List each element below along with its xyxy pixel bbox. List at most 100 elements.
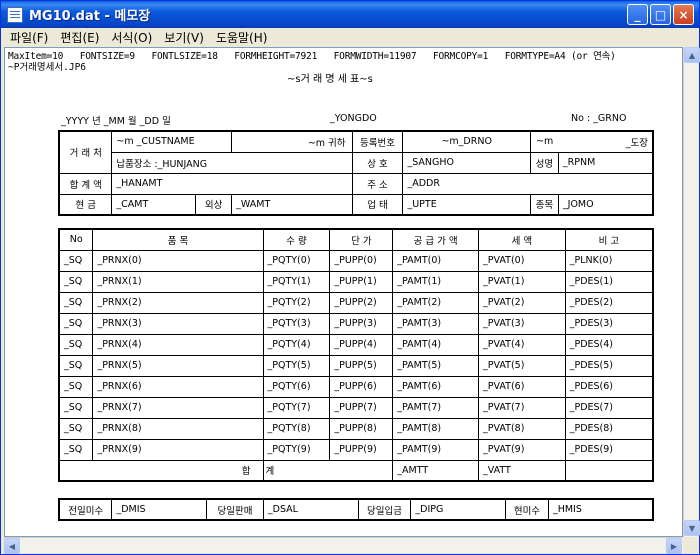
cell-price: _PUPP(6) [329, 375, 394, 398]
title-bar[interactable]: MG10.dat - 메모장 _ □ × [1, 1, 699, 28]
minimize-button[interactable]: _ [627, 4, 648, 25]
cell-amount: _PAMT(0) [392, 249, 480, 272]
window-title: MG10.dat - 메모장 [29, 9, 151, 24]
cell-vat: _PVAT(0) [478, 249, 566, 272]
cell-item: _PRNX(6) [92, 375, 264, 398]
napum-cell: 납품장소 :_HUNJANG [111, 151, 353, 174]
cell-note: _PDES(8) [564, 417, 654, 440]
close-button[interactable]: × [673, 4, 694, 25]
cell-amount: _PAMT(5) [392, 354, 480, 377]
cell-note: _PDES(3) [564, 312, 654, 335]
m2-cell: ~m [529, 130, 559, 153]
yongdo-field: _YONGDO [330, 113, 377, 124]
table-row: _SQ _PRNX(6) _PQTY(6) _PUPP(6) _PAMT(6) _PVAT… [58, 375, 654, 398]
scroll-left-icon[interactable]: ◀ [4, 538, 20, 554]
cell-qty: _PQTY(7) [262, 396, 331, 419]
cell-price: _PUPP(1) [329, 270, 394, 293]
cell-vat: _PVAT(8) [478, 417, 566, 440]
cell-note: _PLNK(0) [564, 249, 654, 272]
gwiha-cell: ~m 귀하 [231, 130, 353, 153]
cell-amount: _PAMT(6) [392, 375, 480, 398]
menu-file[interactable]: 파일(F) [4, 29, 54, 46]
horizontal-scrollbar[interactable]: ◀ ▶ [4, 537, 683, 554]
cell-item: _PRNX(4) [92, 333, 264, 356]
sangho-cell: _SANGHO [402, 151, 531, 174]
maximize-button[interactable]: □ [650, 4, 671, 25]
table-row: _SQ _PRNX(1) _PQTY(1) _PUPP(1) _PAMT(1) _PVAT… [58, 270, 654, 293]
col-header-no: No [58, 228, 94, 251]
cell-amount: _PAMT(1) [392, 270, 480, 293]
cell-amount: _PAMT(4) [392, 333, 480, 356]
menu-edit[interactable]: 편집(E) [54, 29, 105, 46]
items-table: No 품 목 수 량 단 가 공 급 가 액 세 액 비 고 _SQ _PRNX(… [58, 228, 654, 482]
dmis-cell: _DMIS [111, 498, 208, 521]
table-row: _SQ _PRNX(9) _PQTY(9) _PUPP(9) _PAMT(9) _PVAT… [58, 438, 654, 461]
wamt-cell: _WAMT [231, 193, 353, 216]
cell-sq: _SQ [58, 291, 94, 314]
scroll-down-icon[interactable]: ▼ [684, 520, 700, 536]
dsal-cell: _DSAL [262, 498, 359, 521]
info-table: 거 래 처 ~m _CUSTNAME ~m 귀하 등록번호 ~m_DRNO ~m… [58, 130, 654, 216]
cell-item: _PRNX(7) [92, 396, 264, 419]
cell-price: _PUPP(2) [329, 291, 394, 314]
cell-sq: _SQ [58, 375, 94, 398]
cell-item: _PRNX(3) [92, 312, 264, 335]
drno-cell: ~m_DRNO [402, 130, 531, 153]
total-gye-label: 계 [262, 459, 394, 482]
cell-note: _PDES(6) [564, 375, 654, 398]
cell-price: _PUPP(0) [329, 249, 394, 272]
cell-vat: _PVAT(5) [478, 354, 566, 377]
cell-amount: _PAMT(7) [392, 396, 480, 419]
georaecheo-label: 거 래 처 [58, 130, 113, 174]
sangho-label: 상 호 [351, 151, 404, 174]
cell-qty: _PQTY(1) [262, 270, 331, 293]
cell-note: _PDES(1) [564, 270, 654, 293]
cell-price: _PUPP(4) [329, 333, 394, 356]
cell-sq: _SQ [58, 270, 94, 293]
menu-help[interactable]: 도움말(H) [210, 29, 274, 46]
oesang-label: 외상 [195, 193, 233, 216]
footer-table: 전일미수 _DMIS 당일판매 _DSAL 당일입금 _DIPG 현미수 _HM… [58, 498, 654, 521]
seongmyeong-label: 성명 [529, 151, 559, 174]
hyeonmisu-label: 현미수 [505, 498, 549, 521]
cell-qty: _PQTY(5) [262, 354, 331, 377]
total-note-cell [564, 459, 654, 482]
rpnm-cell: _RPNM [557, 151, 654, 174]
cell-vat: _PVAT(9) [478, 438, 566, 461]
cell-amount: _PAMT(2) [392, 291, 480, 314]
cell-price: _PUPP(8) [329, 417, 394, 440]
amtt-cell: _AMTT [392, 459, 480, 482]
menu-bar: 파일(F) 편집(E) 서식(O) 보기(V) 도움말(H) [4, 28, 698, 47]
dipg-cell: _DIPG [410, 498, 506, 521]
hyeongeum-label: 현 금 [58, 193, 113, 216]
form-title: ~s거 래 명 세 표~s [287, 74, 373, 85]
text-editor[interactable]: MaxItem=10 FONTSIZE=9 FONTLSIZE=18 FORMH… [4, 47, 683, 537]
deungrok-label: 등록번호 [351, 130, 404, 153]
cell-qty: _PQTY(2) [262, 291, 331, 314]
scroll-up-icon[interactable]: ▲ [684, 47, 700, 63]
cell-qty: _PQTY(8) [262, 417, 331, 440]
jomo-cell: _JOMO [557, 193, 654, 216]
grno-field: No : _GRNO [571, 113, 627, 124]
cell-qty: _PQTY(6) [262, 375, 331, 398]
notepad-window: MG10.dat - 메모장 _ □ × 파일(F) 편집(E) 서식(O) 보… [0, 0, 700, 555]
cell-amount: _PAMT(3) [392, 312, 480, 335]
cell-price: _PUPP(9) [329, 438, 394, 461]
cell-sq: _SQ [58, 312, 94, 335]
vertical-scrollbar[interactable]: ▲ ▼ [683, 47, 700, 537]
cell-sq: _SQ [58, 333, 94, 356]
cell-item: _PRNX(8) [92, 417, 264, 440]
cell-note: _PDES(9) [564, 438, 654, 461]
cell-sq: _SQ [58, 249, 94, 272]
menu-view[interactable]: 보기(V) [158, 29, 210, 46]
table-row: _SQ _PRNX(3) _PQTY(3) _PUPP(3) _PAMT(3) _PVAT… [58, 312, 654, 335]
cell-item: _PRNX(0) [92, 249, 264, 272]
col-header-note: 비 고 [564, 228, 654, 251]
scroll-right-icon[interactable]: ▶ [666, 538, 682, 554]
cell-item: _PRNX(5) [92, 354, 264, 377]
menu-format[interactable]: 서식(O) [105, 29, 158, 46]
resize-grip[interactable] [683, 537, 699, 553]
cell-vat: _PVAT(1) [478, 270, 566, 293]
cell-amount: _PAMT(8) [392, 417, 480, 440]
col-header-vat: 세 액 [478, 228, 566, 251]
